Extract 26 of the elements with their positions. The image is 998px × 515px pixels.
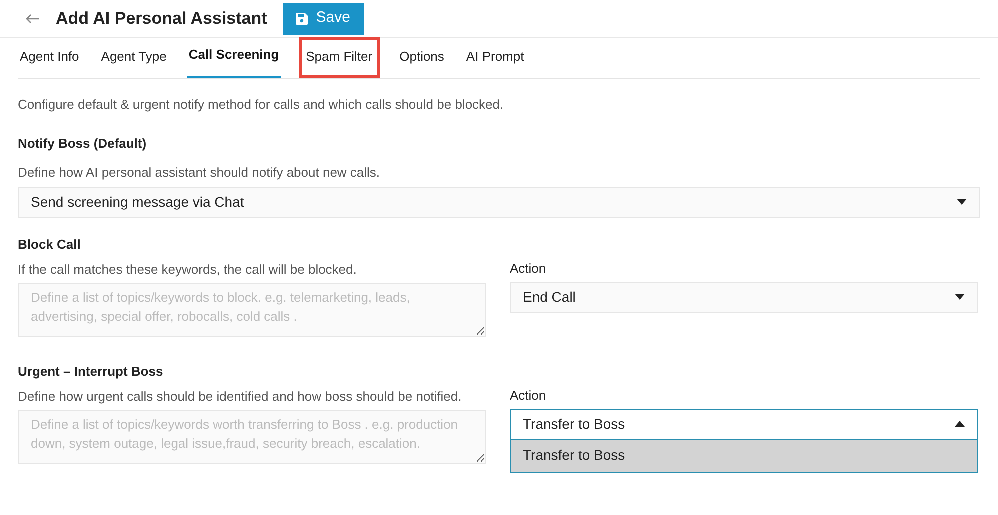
tab[interactable]: Agent Info bbox=[18, 37, 82, 78]
tab[interactable]: Spam Filter bbox=[299, 37, 380, 78]
field-label: Action bbox=[510, 387, 548, 405]
back-arrow-icon[interactable] bbox=[26, 14, 40, 24]
caret-down-icon bbox=[957, 199, 967, 205]
tab[interactable]: Options bbox=[398, 37, 446, 78]
section-heading: Urgent – Interrupt Boss bbox=[18, 362, 164, 381]
tab[interactable]: Agent Type bbox=[99, 37, 169, 78]
section-description: Define how AI personal assistant should notify about new calls. bbox=[18, 164, 382, 182]
field-label: Action bbox=[510, 260, 548, 278]
keywords-field[interactable]: Define a list of topics/keywords worth transferring to Boss . e.g. production down, system outage, legal issue,fraud, security breach, escalation. bbox=[18, 410, 486, 464]
intro-text: Configure default & urgent notify method for calls and which calls should be blocked. bbox=[18, 96, 505, 114]
dropdown-option[interactable]: Transfer to Boss bbox=[511, 440, 977, 472]
section-heading: Notify Boss (Default) bbox=[18, 134, 148, 153]
caret-up-icon bbox=[955, 421, 965, 427]
keywords-field[interactable]: Define a list of topics/keywords to block. e.g. telemarketing, leads, advertising, special offer, robocalls, cold calls . bbox=[18, 282, 486, 336]
section-description: Define how urgent calls should be identified and how boss should be notified. bbox=[18, 388, 463, 406]
tab[interactable]: AI Prompt bbox=[464, 37, 526, 78]
dropdown-select[interactable]: Send screening message via Chat bbox=[18, 186, 980, 218]
caret-down-icon bbox=[955, 294, 965, 300]
dropdown-select[interactable]: End Call bbox=[510, 282, 978, 312]
page-title: Add AI Personal Assistant bbox=[56, 8, 268, 30]
section-description: If the call matches these keywords, the call will be blocked. bbox=[18, 261, 358, 279]
section-heading: Block Call bbox=[18, 236, 82, 254]
dropdown-select[interactable]: Transfer to Boss bbox=[510, 408, 978, 440]
tab[interactable]: Call Screening bbox=[186, 37, 282, 78]
